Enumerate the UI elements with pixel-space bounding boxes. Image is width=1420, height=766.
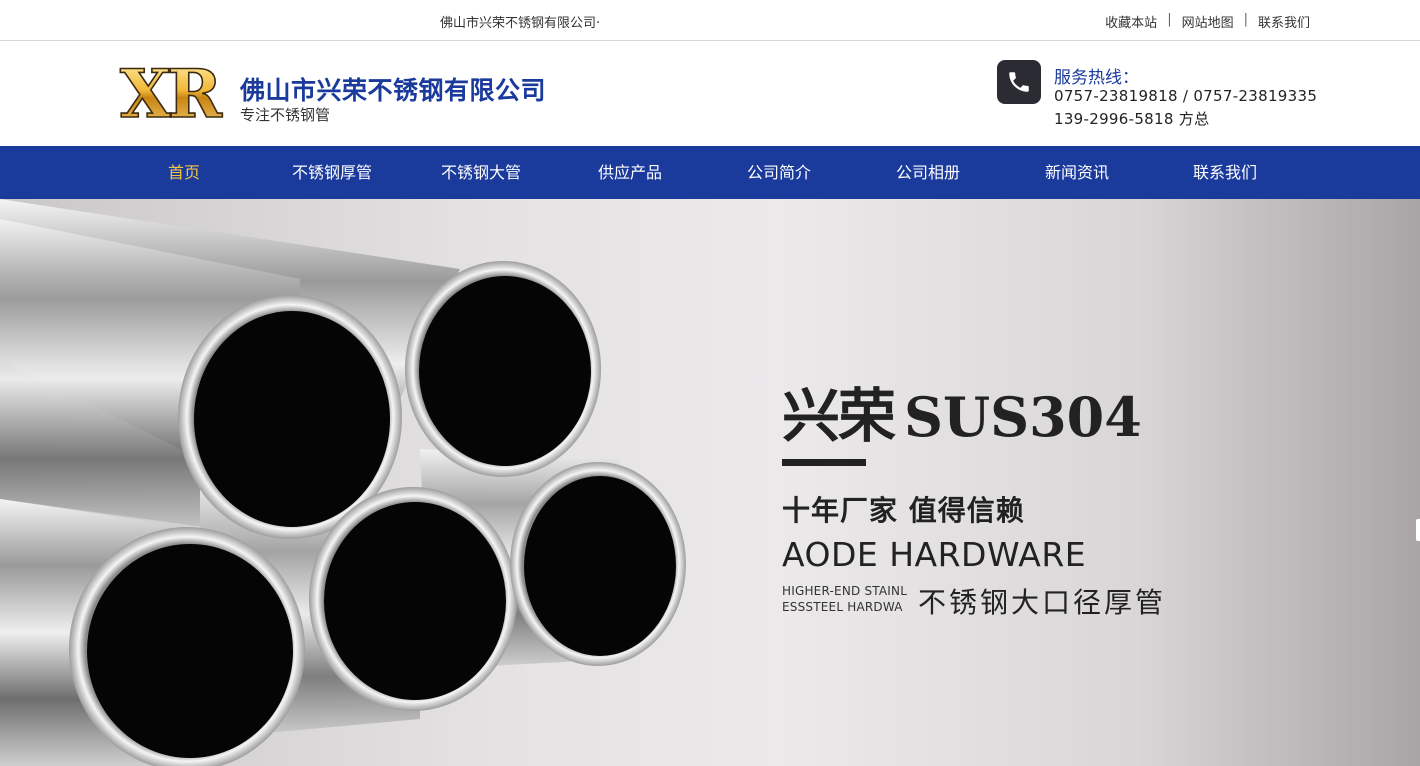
phone-icon (997, 60, 1041, 104)
nav-thick-pipe[interactable]: 不锈钢厚管 (272, 146, 392, 199)
brand-name: 佛山市兴荣不锈钢有限公司 (240, 76, 547, 105)
banner-title-cn: 兴荣 (782, 382, 896, 450)
main-nav: 首页 不锈钢厚管 不锈钢大管 供应产品 公司简介 公司相册 新闻资讯 联系我们 (0, 146, 1420, 199)
hotline-label: 服务热线： (1054, 68, 1139, 88)
sitemap-link[interactable]: 网站地图 (1182, 12, 1234, 31)
nav-home[interactable]: 首页 (124, 146, 244, 199)
nav-news[interactable]: 新闻资讯 (1017, 146, 1137, 199)
top-links: 收藏本站 | 网站地图 | 联系我们 (1105, 12, 1310, 31)
banner-divider (782, 459, 866, 466)
banner-small-line: ESSSTEEL HARDWA (782, 600, 903, 614)
nav-contact[interactable]: 联系我们 (1165, 146, 1285, 199)
banner-title: 兴荣 SUS304 (782, 369, 1142, 453)
hotline-numbers: 0757-23819818 / 0757-23819335 (1054, 87, 1318, 105)
brand-slogan: 专注不锈钢管 (240, 106, 331, 124)
xr-logo[interactable]: XR (110, 63, 228, 125)
site-header: XR 佛山市兴荣不锈钢有限公司 专注不锈钢管 服务热线： 0757-238198… (0, 41, 1420, 146)
contact-link[interactable]: 联系我们 (1258, 12, 1310, 31)
banner-cn-tagline: 不锈钢大口径厚管 (918, 586, 1167, 619)
hotline-mobile: 139-2996-5818 方总 (1054, 110, 1210, 128)
nav-products[interactable]: 供应产品 (570, 146, 690, 199)
steel-pipes-image (0, 199, 686, 766)
logo-text: XR (120, 63, 223, 125)
banner-subtitle: 十年厂家 值得信赖 (782, 494, 1025, 527)
nav-album[interactable]: 公司相册 (868, 146, 988, 199)
top-bar: 佛山市兴荣不锈钢有限公司· 收藏本站 | 网站地图 | 联系我们 (0, 0, 1420, 41)
nav-about[interactable]: 公司简介 (719, 146, 839, 199)
link-separator: | (1243, 12, 1248, 27)
top-company-name: 佛山市兴荣不锈钢有限公司· (440, 16, 601, 31)
hero-banner[interactable]: 兴荣 SUS304 十年厂家 值得信赖 AODE HARDWARE HIGHER-… (0, 199, 1420, 766)
nav-large-pipe[interactable]: 不锈钢大管 (421, 146, 541, 199)
banner-small-line: HIGHER-END STAINL (782, 584, 908, 598)
banner-english: AODE HARDWARE (782, 535, 1087, 574)
link-separator: | (1167, 12, 1172, 27)
slider-handle[interactable] (1416, 519, 1420, 541)
banner-small-text: HIGHER-END STAINL ESSSTEEL HARDWA (782, 583, 907, 615)
bookmark-link[interactable]: 收藏本站 (1105, 12, 1157, 31)
banner-title-en: SUS304 (904, 385, 1142, 449)
